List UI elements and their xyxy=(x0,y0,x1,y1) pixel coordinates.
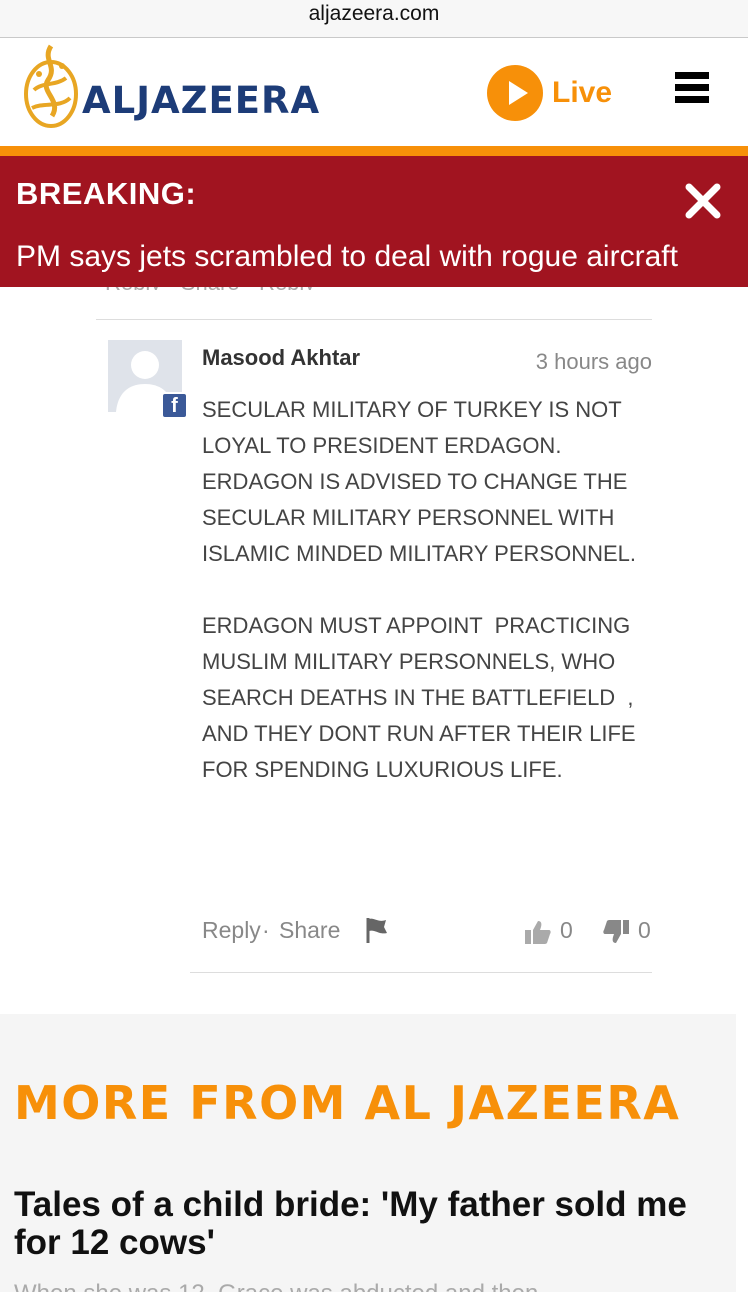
live-button[interactable]: Live xyxy=(487,64,612,122)
aljazeera-emblem-icon xyxy=(24,44,78,128)
more-from-section: MORE FROM AL JAZEERA Tales of a child br… xyxy=(0,1014,736,1292)
play-icon xyxy=(487,65,543,121)
address-bar[interactable]: aljazeera.com xyxy=(0,0,748,38)
brand-wordmark: ALJAZEERA xyxy=(82,79,321,122)
aljazeera-logo[interactable]: ALJAZEERA xyxy=(22,42,322,132)
upvote-count: 0 xyxy=(560,917,573,943)
divider xyxy=(96,319,652,320)
reply-link[interactable]: Reply xyxy=(202,917,261,944)
section-title: MORE FROM AL JAZEERA xyxy=(14,1076,681,1130)
site-header: ALJAZEERA Live xyxy=(0,38,748,146)
share-link[interactable]: Share xyxy=(279,917,340,944)
comment-author[interactable]: Masood Akhtar xyxy=(202,345,360,371)
live-label: Live xyxy=(552,76,613,109)
breaking-label: BREAKING: xyxy=(16,176,197,211)
divider xyxy=(190,972,652,973)
url-text: aljazeera.com xyxy=(308,2,440,25)
downvote-count: 0 xyxy=(638,917,651,943)
hamburger-menu-icon[interactable] xyxy=(675,72,709,106)
close-icon[interactable] xyxy=(684,182,722,220)
flag-icon[interactable] xyxy=(362,915,390,945)
story-excerpt: When she was 12, Grace was abducted and … xyxy=(14,1282,714,1292)
breaking-headline[interactable]: PM says jets scrambled to deal with rogu… xyxy=(16,240,678,274)
comment-actions: Reply · Share 0 0 xyxy=(202,917,654,953)
story-headline-link[interactable]: Tales of a child bride: 'My father sold … xyxy=(14,1186,694,1262)
header-accent-bar xyxy=(0,146,748,156)
facebook-icon: f xyxy=(161,392,188,419)
thumbs-up-icon[interactable] xyxy=(524,919,552,945)
thumbs-down-icon[interactable] xyxy=(602,919,630,945)
comment-body: SECULAR MILITARY OF TURKEY IS NOT LOYAL … xyxy=(202,397,636,782)
comment-timestamp[interactable]: 3 hours ago xyxy=(536,349,652,375)
breaking-news-banner[interactable]: BREAKING: PM says jets scrambled to deal… xyxy=(0,156,748,287)
action-separator: · xyxy=(262,917,270,943)
